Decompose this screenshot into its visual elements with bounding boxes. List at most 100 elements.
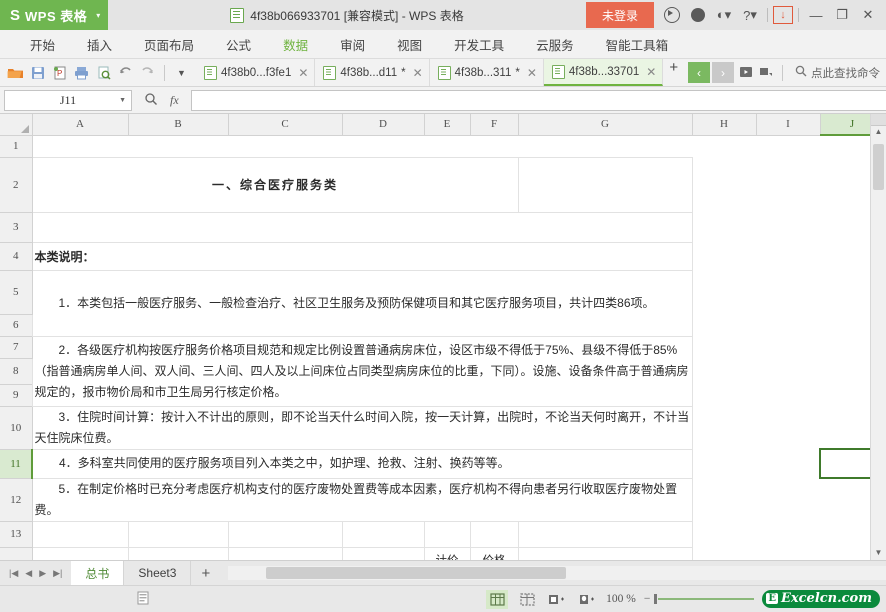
cell-h6[interactable] xyxy=(692,314,756,336)
row-header-10[interactable]: 10 xyxy=(0,406,32,449)
zoom-slider[interactable] xyxy=(658,598,754,600)
row-header-11[interactable]: 11 xyxy=(0,449,32,478)
paragraph-1[interactable]: 1．本类包括一般医疗服务、一般检查治疗、社区卫生服务及预防保健项目和其它医疗服务… xyxy=(32,270,692,336)
paragraph-3[interactable]: 3．住院时间计算：按计入不计出的原则，即不论当天什么时间入院，按一天计算，出院时… xyxy=(32,406,692,449)
cell-c1[interactable] xyxy=(228,135,342,157)
column-header-b[interactable]: B xyxy=(128,114,228,135)
doc-tab-3[interactable]: 4f38b...311 * ✕ xyxy=(430,59,544,86)
cell-a3[interactable] xyxy=(32,212,692,242)
doc-tab-4-active[interactable]: 4f38b...33701 ✕ xyxy=(544,59,663,86)
row-header-4[interactable]: 4 xyxy=(0,242,32,270)
row-header-13[interactable]: 13 xyxy=(0,521,32,547)
row-header-8[interactable]: 8 xyxy=(0,358,32,384)
save-as-pdf-icon[interactable]: P xyxy=(50,63,69,82)
fx-label[interactable]: fx xyxy=(170,93,179,108)
cell-g13[interactable] xyxy=(518,521,692,547)
cell-i1[interactable] xyxy=(756,135,820,157)
horizontal-scroll-thumb[interactable] xyxy=(266,567,566,579)
page-layout-icon[interactable] xyxy=(516,590,538,609)
cell-i3[interactable] xyxy=(756,212,820,242)
globe-icon[interactable] xyxy=(660,3,684,27)
doc-tab-1[interactable]: 4f38b0...f3fe1 ✕ xyxy=(196,59,315,86)
vertical-split-handle[interactable] xyxy=(871,114,886,126)
zoom-level-label[interactable]: 100 % xyxy=(606,593,636,605)
cell-e1[interactable] xyxy=(424,135,470,157)
doc-tab-2[interactable]: 4f38b...d11 * ✕ xyxy=(315,59,429,86)
close-icon[interactable]: ✕ xyxy=(413,66,423,80)
paragraph-2[interactable]: 2．各级医疗机构按医疗服务价格项目规范和规定比例设置普通病房床位，设区市级不得低… xyxy=(32,336,692,406)
chevron-down-icon[interactable]: ▾ xyxy=(96,11,100,20)
close-icon[interactable]: ✕ xyxy=(646,65,656,79)
zoom-slider-knob[interactable] xyxy=(654,594,657,604)
column-header-f[interactable]: F xyxy=(470,114,518,135)
save-icon[interactable] xyxy=(28,63,47,82)
cell-e13[interactable] xyxy=(424,521,470,547)
select-all-corner[interactable] xyxy=(0,114,32,135)
cell-h14[interactable] xyxy=(692,547,756,560)
row-header-5[interactable]: 5 xyxy=(0,270,32,314)
cell-h4[interactable] xyxy=(692,242,756,270)
next-sheet-icon[interactable]: ▶ xyxy=(39,568,46,579)
cell-i12[interactable] xyxy=(756,478,820,521)
menu-tab-review[interactable]: 审阅 xyxy=(324,30,381,58)
cell-i7[interactable] xyxy=(756,336,820,358)
cell-h10[interactable] xyxy=(692,406,756,449)
cell-i5[interactable] xyxy=(756,270,820,314)
row-header-3[interactable]: 3 xyxy=(0,212,32,242)
cell-c13[interactable] xyxy=(228,521,342,547)
undo-icon[interactable] xyxy=(116,63,135,82)
column-header-i[interactable]: I xyxy=(756,114,820,135)
help-icon[interactable]: ?▾ xyxy=(738,3,762,27)
paragraph-5[interactable]: 5．在制定价格时已充分考虑医疗机构支付的医疗废物处置费等成本因素，医疗机构不得向… xyxy=(32,478,692,521)
cell-b1[interactable] xyxy=(128,135,228,157)
cell-i13[interactable] xyxy=(756,521,820,547)
cell-h11[interactable] xyxy=(692,449,756,478)
col-header-exclusions[interactable]: 除外内容 xyxy=(342,547,424,560)
row-header-7[interactable]: 7 xyxy=(0,336,32,358)
download-icon[interactable]: ↓ xyxy=(773,6,793,24)
cell-h8[interactable] xyxy=(692,358,756,384)
row-header-2[interactable]: 2 xyxy=(0,157,32,212)
cell-h2[interactable] xyxy=(692,157,756,212)
cloud-sync-icon[interactable] xyxy=(686,3,710,27)
row-header-14[interactable]: 14 xyxy=(0,547,32,560)
sheet-title[interactable]: 一、综合医疗服务类 xyxy=(32,157,518,212)
maximize-button[interactable]: ❐ xyxy=(830,3,854,27)
menu-tab-cloud[interactable]: 云服务 xyxy=(520,30,590,58)
column-header-g[interactable]: G xyxy=(518,114,692,135)
last-sheet-icon[interactable]: ▶| xyxy=(53,568,62,579)
row-header-6[interactable]: 6 xyxy=(0,314,32,336)
close-icon[interactable]: ✕ xyxy=(298,66,308,80)
row-header-12[interactable]: 12 xyxy=(0,478,32,521)
row-header-9[interactable]: 9 xyxy=(0,384,32,406)
col-header-note[interactable]: 说 明 xyxy=(518,547,692,560)
menu-tab-developer[interactable]: 开发工具 xyxy=(438,30,520,58)
cell-f13[interactable] xyxy=(470,521,518,547)
zoom-out-button[interactable]: − xyxy=(644,593,651,605)
cell-i14[interactable] xyxy=(756,547,820,560)
vertical-scroll-thumb[interactable] xyxy=(873,144,884,190)
cell-i4[interactable] xyxy=(756,242,820,270)
account-menu-icon[interactable]: ◐▾ xyxy=(712,3,736,27)
column-header-e[interactable]: E xyxy=(424,114,470,135)
cell-f1[interactable] xyxy=(470,135,518,157)
tab-scroll-right-button[interactable]: › xyxy=(712,62,734,83)
row-header-1[interactable]: 1 xyxy=(0,135,32,157)
new-document-button[interactable]: + xyxy=(663,59,684,86)
cell-b13[interactable] xyxy=(128,521,228,547)
cell-g1[interactable] xyxy=(518,135,692,157)
cell-i8[interactable] xyxy=(756,358,820,384)
column-header-a[interactable]: A xyxy=(32,114,128,135)
open-folder-icon[interactable] xyxy=(6,63,25,82)
col-header-project-code[interactable]: 项目编码 xyxy=(32,547,128,560)
wps-app-logo[interactable]: S WPS 表格 ▾ xyxy=(0,0,108,30)
name-box[interactable]: J11 ▼ xyxy=(4,90,132,111)
close-icon[interactable]: ✕ xyxy=(527,66,537,80)
horizontal-scrollbar[interactable] xyxy=(228,566,886,580)
col-header-price[interactable]: 价格 （元） xyxy=(470,547,518,560)
cell-i2[interactable] xyxy=(756,157,820,212)
redo-icon[interactable] xyxy=(138,63,157,82)
column-header-c[interactable]: C xyxy=(228,114,342,135)
view-normal-icon[interactable] xyxy=(486,590,508,609)
presentation-icon[interactable] xyxy=(736,63,755,82)
